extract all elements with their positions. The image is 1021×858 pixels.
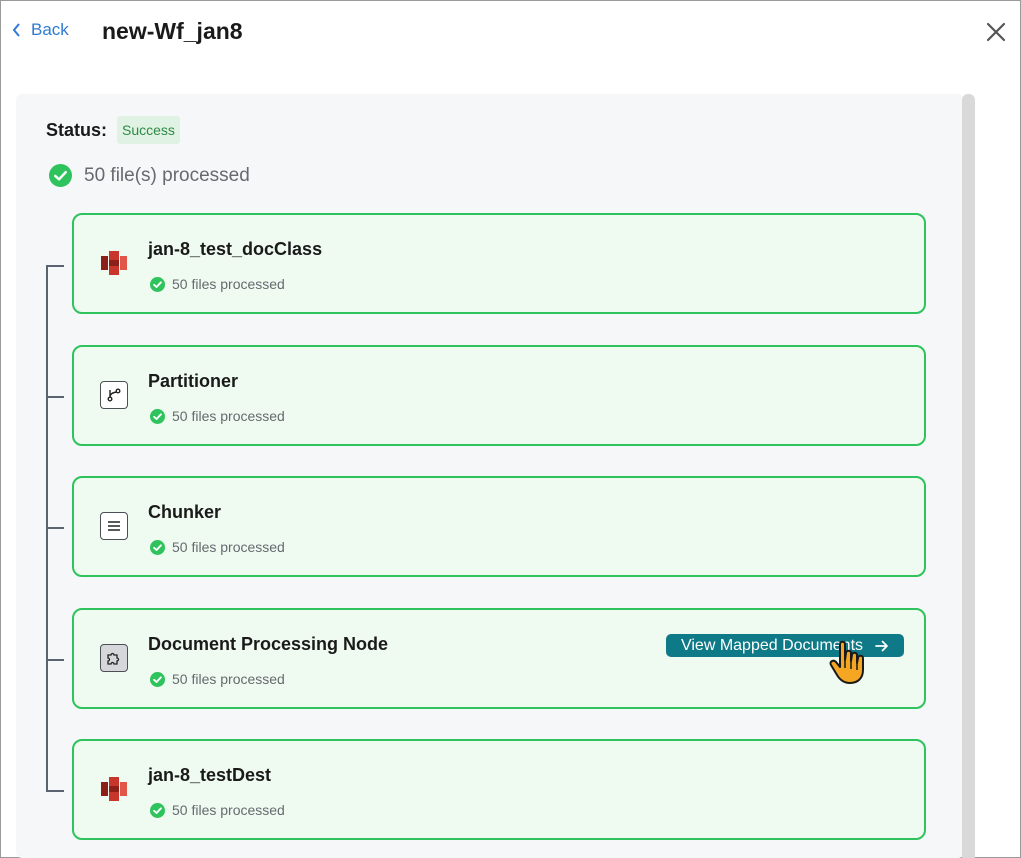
node-status-text: 50 files processed	[172, 671, 285, 687]
processed-summary: 50 file(s) processed	[49, 164, 250, 187]
run-details-panel: Status: Success 50 file(s) processed jan…	[16, 94, 964, 858]
branch-icon	[100, 381, 128, 409]
node-name: jan-8_testDest	[148, 765, 272, 785]
menu-lines-icon	[100, 512, 128, 540]
status-row: Status: Success	[46, 116, 180, 144]
check-circle-icon	[150, 671, 165, 687]
connector-tick	[46, 396, 64, 398]
scrollbar[interactable]	[962, 94, 975, 858]
connector-tick	[46, 527, 64, 529]
pipeline-node-destination[interactable]: jan-8_testDest 50 files processed	[72, 739, 926, 840]
pipeline-node-partitioner[interactable]: Partitioner 50 files processed	[72, 345, 926, 446]
pipeline-node-document-processing[interactable]: Document Processing Node 50 files proces…	[72, 608, 926, 709]
page-title: new-Wf_jan8	[102, 18, 243, 44]
header: Back new-Wf_jan8	[0, 0, 1021, 64]
check-circle-icon	[49, 164, 72, 187]
node-status-text: 50 files processed	[172, 408, 285, 424]
node-status-text: 50 files processed	[172, 276, 285, 292]
check-circle-icon	[150, 802, 165, 818]
node-name: jan-8_test_docClass	[148, 239, 323, 259]
status-label: Status:	[46, 119, 108, 140]
pipeline-node-source[interactable]: jan-8_test_docClass 50 files processed	[72, 213, 926, 314]
node-status: 50 files processed	[150, 276, 285, 292]
aws-s3-icon	[100, 249, 128, 277]
check-circle-icon	[150, 276, 165, 292]
connector-tick	[46, 790, 64, 792]
connector-tick	[46, 659, 64, 661]
aws-s3-icon	[100, 775, 128, 803]
puzzle-icon	[100, 644, 128, 672]
node-status: 50 files processed	[150, 802, 285, 818]
hand-pointer-cursor-icon	[829, 640, 864, 684]
check-circle-icon	[150, 539, 165, 555]
node-status: 50 files processed	[150, 671, 285, 687]
node-status-text: 50 files processed	[172, 802, 285, 818]
back-button[interactable]: Back	[12, 20, 69, 40]
node-name: Partitioner	[148, 371, 239, 391]
connector-tick	[46, 265, 64, 267]
arrow-right-icon	[875, 640, 888, 651]
node-name: Chunker	[148, 502, 222, 522]
chevron-left-icon	[12, 23, 20, 37]
processed-text: 50 file(s) processed	[84, 164, 250, 186]
node-status: 50 files processed	[150, 408, 285, 424]
pipeline-node-chunker[interactable]: Chunker 50 files processed	[72, 476, 926, 577]
close-icon[interactable]	[985, 21, 1007, 43]
node-status: 50 files processed	[150, 539, 285, 555]
check-circle-icon	[150, 408, 165, 424]
back-label: Back	[31, 20, 69, 39]
status-badge: Success	[117, 116, 180, 144]
node-name: Document Processing Node	[148, 634, 389, 654]
node-status-text: 50 files processed	[172, 539, 285, 555]
